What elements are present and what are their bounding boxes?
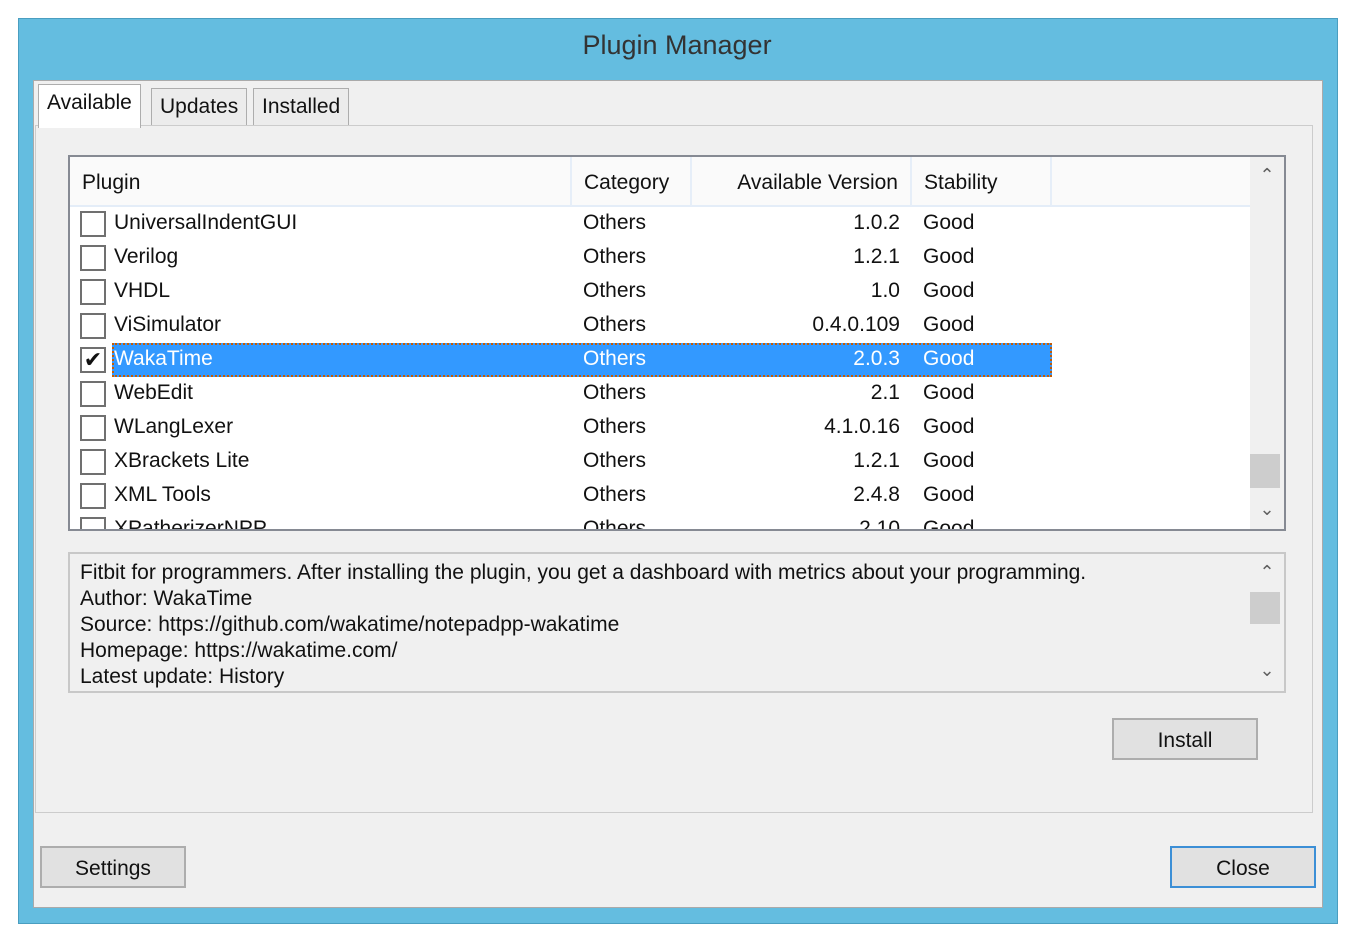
table-row[interactable]: VHDL Others 1.0 Good bbox=[70, 275, 1250, 309]
description-text: Fitbit for programmers. After installing… bbox=[80, 561, 1087, 584]
cell-category: Others bbox=[583, 347, 647, 370]
cell-plugin: XML Tools bbox=[114, 483, 211, 506]
table-row[interactable]: XPatherizerNPP Others 2.10 Good bbox=[70, 513, 1250, 531]
plugin-description: Fitbit for programmers. After installing… bbox=[68, 552, 1286, 693]
window-title: Plugin Manager bbox=[582, 30, 772, 60]
cell-stability: Good bbox=[923, 211, 975, 234]
cell-stability: Good bbox=[923, 381, 975, 404]
cell-plugin: ViSimulator bbox=[114, 313, 221, 336]
tab-available[interactable]: Available bbox=[38, 84, 141, 128]
cell-category: Others bbox=[583, 245, 647, 268]
column-header-category[interactable]: Category bbox=[572, 157, 692, 207]
cell-plugin: WakaTime bbox=[114, 347, 213, 370]
cell-stability: Good bbox=[923, 245, 975, 268]
row-checkbox[interactable]: ✔ bbox=[80, 347, 106, 373]
row-checkbox[interactable] bbox=[80, 415, 106, 441]
column-header-version[interactable]: Available Version bbox=[692, 157, 912, 207]
cell-version: 1.0 bbox=[870, 279, 900, 302]
settings-button[interactable]: Settings bbox=[40, 846, 186, 888]
scroll-down-icon[interactable]: ⌄ bbox=[1250, 660, 1284, 681]
table-row[interactable]: Verilog Others 1.2.1 Good bbox=[70, 241, 1250, 275]
cell-stability: Good bbox=[923, 279, 975, 302]
cell-stability: Good bbox=[923, 415, 975, 438]
cell-stability: Good bbox=[923, 347, 975, 370]
table-row[interactable]: ✔ WakaTime Others 2.0.3 Good bbox=[70, 343, 1250, 377]
scroll-down-icon[interactable]: ⌄ bbox=[1250, 499, 1284, 520]
checkmark-icon: ✔ bbox=[83, 347, 103, 372]
table-row[interactable]: WebEdit Others 2.1 Good bbox=[70, 377, 1250, 411]
row-checkbox[interactable] bbox=[80, 211, 106, 237]
description-homepage: Homepage: https://wakatime.com/ bbox=[80, 639, 398, 662]
cell-category: Others bbox=[583, 449, 647, 472]
install-button[interactable]: Install bbox=[1112, 718, 1258, 760]
cell-category: Others bbox=[583, 415, 647, 438]
scroll-thumb[interactable] bbox=[1250, 592, 1280, 624]
table-row[interactable]: ViSimulator Others 0.4.0.109 Good bbox=[70, 309, 1250, 343]
cell-version: 1.0.2 bbox=[853, 211, 900, 234]
cell-version: 2.1 bbox=[870, 381, 900, 404]
row-checkbox[interactable] bbox=[80, 245, 106, 271]
cell-version: 2.4.8 bbox=[853, 483, 900, 506]
plugin-list[interactable]: Plugin Category Available Version Stabil… bbox=[68, 155, 1286, 531]
column-header-plugin[interactable]: Plugin bbox=[70, 157, 572, 207]
cell-plugin: WLangLexer bbox=[114, 415, 234, 438]
tab-updates[interactable]: Updates bbox=[151, 88, 248, 128]
row-checkbox[interactable] bbox=[80, 381, 106, 407]
cell-category: Others bbox=[583, 483, 647, 506]
table-row[interactable]: WLangLexer Others 4.1.0.16 Good bbox=[70, 411, 1250, 445]
cell-category: Others bbox=[583, 381, 647, 404]
row-checkbox[interactable] bbox=[80, 449, 106, 475]
row-checkbox[interactable] bbox=[80, 313, 106, 339]
tab-installed[interactable]: Installed bbox=[253, 88, 350, 128]
column-header-stability[interactable]: Stability bbox=[912, 157, 1052, 207]
cell-version: 4.1.0.16 bbox=[824, 415, 900, 438]
table-row[interactable]: XBrackets Lite Others 1.2.1 Good bbox=[70, 445, 1250, 479]
description-author: Author: WakaTime bbox=[80, 587, 253, 610]
cell-stability: Good bbox=[923, 449, 975, 472]
description-scrollbar[interactable]: ⌃ ⌄ bbox=[1250, 554, 1284, 691]
cell-version: 2.10 bbox=[859, 517, 900, 531]
row-checkbox[interactable] bbox=[80, 483, 106, 509]
cell-category: Others bbox=[583, 279, 647, 302]
column-header-empty bbox=[1052, 157, 1250, 207]
cell-stability: Good bbox=[923, 313, 975, 336]
cell-version: 1.2.1 bbox=[853, 245, 900, 268]
cell-version: 2.0.3 bbox=[853, 347, 900, 370]
selection-highlight bbox=[112, 343, 1052, 377]
cell-version: 0.4.0.109 bbox=[812, 313, 900, 336]
description-latest-update: Latest update: History bbox=[80, 665, 285, 688]
cell-category: Others bbox=[583, 517, 647, 531]
cell-stability: Good bbox=[923, 517, 975, 531]
cell-plugin: WebEdit bbox=[114, 381, 193, 404]
cell-plugin: XPatherizerNPP bbox=[114, 517, 267, 531]
close-button[interactable]: Close bbox=[1170, 846, 1316, 888]
cell-stability: Good bbox=[923, 483, 975, 506]
cell-category: Others bbox=[583, 313, 647, 336]
cell-plugin: UniversalIndentGUI bbox=[114, 211, 298, 234]
row-checkbox[interactable] bbox=[80, 279, 106, 305]
cell-category: Others bbox=[583, 211, 647, 234]
row-checkbox[interactable] bbox=[80, 517, 106, 529]
scroll-thumb[interactable] bbox=[1250, 454, 1280, 488]
list-scrollbar[interactable]: ⌃ ⌄ bbox=[1250, 157, 1284, 529]
cell-version: 1.2.1 bbox=[853, 449, 900, 472]
table-row[interactable]: UniversalIndentGUI Others 1.0.2 Good bbox=[70, 207, 1250, 241]
table-row[interactable]: XML Tools Others 2.4.8 Good bbox=[70, 479, 1250, 513]
scroll-up-icon[interactable]: ⌃ bbox=[1250, 165, 1284, 186]
cell-plugin: Verilog bbox=[114, 245, 179, 268]
description-source: Source: https://github.com/wakatime/note… bbox=[80, 613, 620, 636]
cell-plugin: VHDL bbox=[114, 279, 171, 302]
cell-plugin: XBrackets Lite bbox=[114, 449, 250, 472]
scroll-up-icon[interactable]: ⌃ bbox=[1250, 562, 1284, 583]
